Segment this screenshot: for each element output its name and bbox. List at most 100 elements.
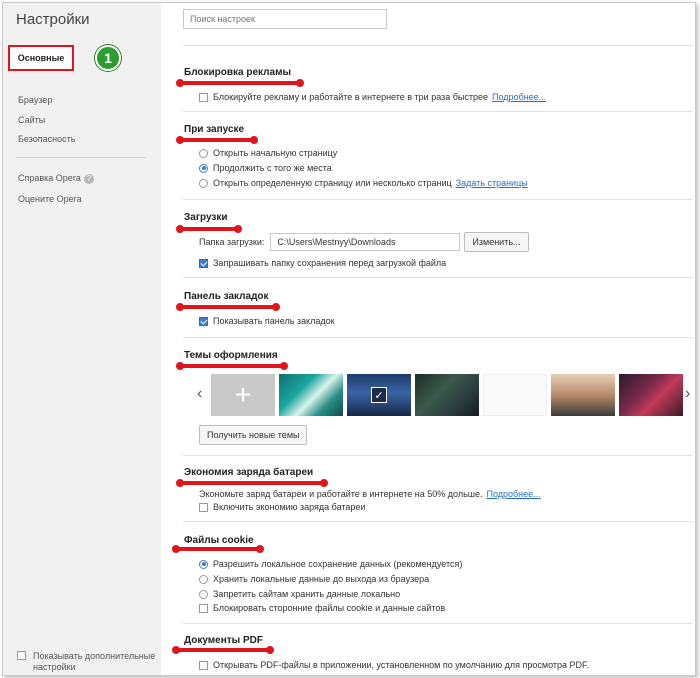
search-input[interactable]	[183, 9, 387, 29]
startup-label: Продолжить с того же места	[213, 163, 332, 173]
main-content: Блокировка рекламы Блокируйте рекламу и …	[161, 3, 695, 675]
cookie-label: Запретить сайтам хранить данные локально	[213, 589, 401, 599]
battery-option[interactable]: Включить экономию заряда батареи	[199, 502, 365, 512]
chevron-left-icon[interactable]: ‹	[197, 385, 202, 403]
plus-icon: +	[234, 379, 252, 410]
section-divider	[183, 623, 693, 624]
cookie-label: Разрешить локальное сохранение данных (р…	[213, 559, 463, 569]
adblock-label: Блокируйте рекламу и работайте в интерне…	[213, 92, 489, 102]
startup-radio-continue[interactable]	[199, 163, 208, 173]
cookies-title: Файлы cookie	[184, 535, 254, 546]
themes-title: Темы оформления	[184, 350, 278, 361]
cookie-third-party-option[interactable]: Блокировать сторонние файлы cookie и дан…	[199, 603, 445, 613]
theme-tile-aqua[interactable]	[279, 374, 343, 416]
startup-option-pages[interactable]: Открыть определенную страницу или нескол…	[199, 178, 528, 188]
bookmarks-title: Панель закладок	[184, 291, 269, 302]
battery-checkbox[interactable]	[199, 502, 208, 512]
theme-tile-leaves[interactable]	[415, 374, 479, 416]
section-divider	[183, 521, 693, 522]
theme-tile-mountains[interactable]: ✓	[347, 374, 411, 416]
get-themes-button[interactable]: Получить новые темы	[199, 425, 308, 445]
sidebar-item-help[interactable]: Справка Opera?	[18, 173, 94, 184]
highlight-underline	[172, 646, 274, 654]
sidebar-item-basic[interactable]: Основные	[8, 45, 74, 71]
sidebar-divider	[16, 157, 146, 158]
app-title: Настройки	[16, 11, 90, 28]
third-party-label: Блокировать сторонние файлы cookie и дан…	[213, 603, 446, 613]
bookmarks-option[interactable]: Показывать панель закладок	[199, 316, 335, 326]
question-icon: ?	[83, 173, 94, 184]
cookie-radio-session[interactable]	[199, 574, 208, 584]
sidebar-item-rate[interactable]: Оцените Opera	[18, 194, 82, 204]
add-theme-tile[interactable]: +	[211, 374, 275, 416]
cookie-option-block[interactable]: Запретить сайтам хранить данные локально	[199, 589, 400, 599]
startup-option-home[interactable]: Открыть начальную страницу	[199, 148, 337, 158]
adblock-more-link[interactable]: Подробнее...	[492, 92, 546, 102]
sidebar-item-browser[interactable]: Браузер	[18, 95, 52, 105]
battery-label: Включить экономию заряда батареи	[213, 502, 366, 512]
startup-option-continue[interactable]: Продолжить с того же места	[199, 163, 332, 173]
startup-label: Открыть начальную страницу	[213, 148, 338, 158]
section-divider	[183, 337, 693, 338]
startup-radio-pages[interactable]	[199, 178, 208, 188]
section-divider	[183, 277, 693, 278]
section-divider	[183, 455, 693, 456]
ask-folder-checkbox[interactable]	[199, 258, 208, 268]
theme-tile-canyon[interactable]	[551, 374, 615, 416]
section-divider	[183, 45, 693, 46]
bookmarks-label: Показывать панель закладок	[213, 316, 335, 326]
help-label: Справка Opera	[18, 173, 81, 183]
pdf-title: Документы PDF	[184, 635, 264, 646]
highlight-underline	[176, 479, 328, 487]
sidebar: Настройки Основные 1 Браузер Сайты Безоп…	[3, 3, 161, 675]
cookie-option-allow[interactable]: Разрешить локальное сохранение данных (р…	[199, 559, 462, 569]
selected-check-icon: ✓	[371, 387, 387, 403]
advanced-settings-toggle[interactable]: Показывать дополнительные настройки	[17, 651, 157, 673]
pdf-option[interactable]: Открывать PDF-файлы в приложении, устано…	[199, 660, 589, 670]
ask-folder-label: Запрашивать папку сохранения перед загру…	[213, 258, 447, 268]
highlight-underline	[176, 225, 242, 233]
download-folder-field[interactable]: C:\Users\Mestnyy\Downloads	[270, 233, 461, 251]
advanced-checkbox[interactable]	[17, 651, 26, 660]
section-divider	[183, 111, 693, 112]
bookmarks-checkbox[interactable]	[199, 316, 208, 326]
download-folder-label: Папка загрузки:	[199, 237, 265, 247]
chevron-right-icon[interactable]: ›	[685, 385, 690, 403]
highlight-underline	[176, 136, 258, 144]
battery-more-link[interactable]: Подробнее...	[486, 489, 540, 499]
startup-title: При запуске	[184, 124, 245, 135]
change-folder-button[interactable]: Изменить...	[464, 232, 529, 252]
ask-folder-option[interactable]: Запрашивать папку сохранения перед загру…	[199, 258, 446, 268]
pdf-label: Открывать PDF-файлы в приложении, устано…	[213, 660, 590, 670]
sidebar-item-sites[interactable]: Сайты	[18, 115, 45, 125]
adblock-option[interactable]: Блокируйте рекламу и работайте в интерне…	[199, 92, 546, 102]
startup-label: Открыть определенную страницу или нескол…	[213, 178, 452, 188]
highlight-underline	[176, 362, 288, 370]
advanced-label: Показывать дополнительные настройки	[33, 651, 156, 672]
download-folder-row: Папка загрузки: C:\Users\Mestnyy\Downloa…	[199, 232, 529, 252]
theme-tile-magenta[interactable]	[619, 374, 683, 416]
section-divider	[183, 199, 693, 200]
startup-radio-home[interactable]	[199, 148, 208, 158]
highlight-underline	[176, 79, 304, 87]
adblock-title: Блокировка рекламы	[184, 67, 292, 78]
cookie-label: Хранить локальные данные до выхода из бр…	[213, 574, 430, 584]
set-pages-link[interactable]: Задать страницы	[456, 178, 528, 188]
cookie-radio-allow[interactable]	[199, 559, 208, 569]
highlight-underline	[172, 545, 264, 553]
sidebar-item-security[interactable]: Безопасность	[18, 134, 75, 144]
pdf-checkbox[interactable]	[199, 660, 208, 670]
third-party-checkbox[interactable]	[199, 603, 208, 613]
step-badge: 1	[95, 45, 121, 71]
cookie-option-session[interactable]: Хранить локальные данные до выхода из бр…	[199, 574, 429, 584]
battery-description-text: Экономьте заряд батареи и работайте в ин…	[199, 489, 483, 499]
cookie-radio-block[interactable]	[199, 589, 208, 599]
downloads-title: Загрузки	[184, 212, 228, 223]
settings-window: Настройки Основные 1 Браузер Сайты Безоп…	[2, 2, 696, 676]
themes-carousel: + ✓	[211, 374, 683, 416]
adblock-checkbox[interactable]	[199, 92, 208, 102]
battery-description: Экономьте заряд батареи и работайте в ин…	[199, 489, 541, 499]
theme-tile-white[interactable]	[483, 374, 547, 416]
battery-title: Экономия заряда батареи	[184, 467, 314, 478]
highlight-underline	[176, 303, 280, 311]
